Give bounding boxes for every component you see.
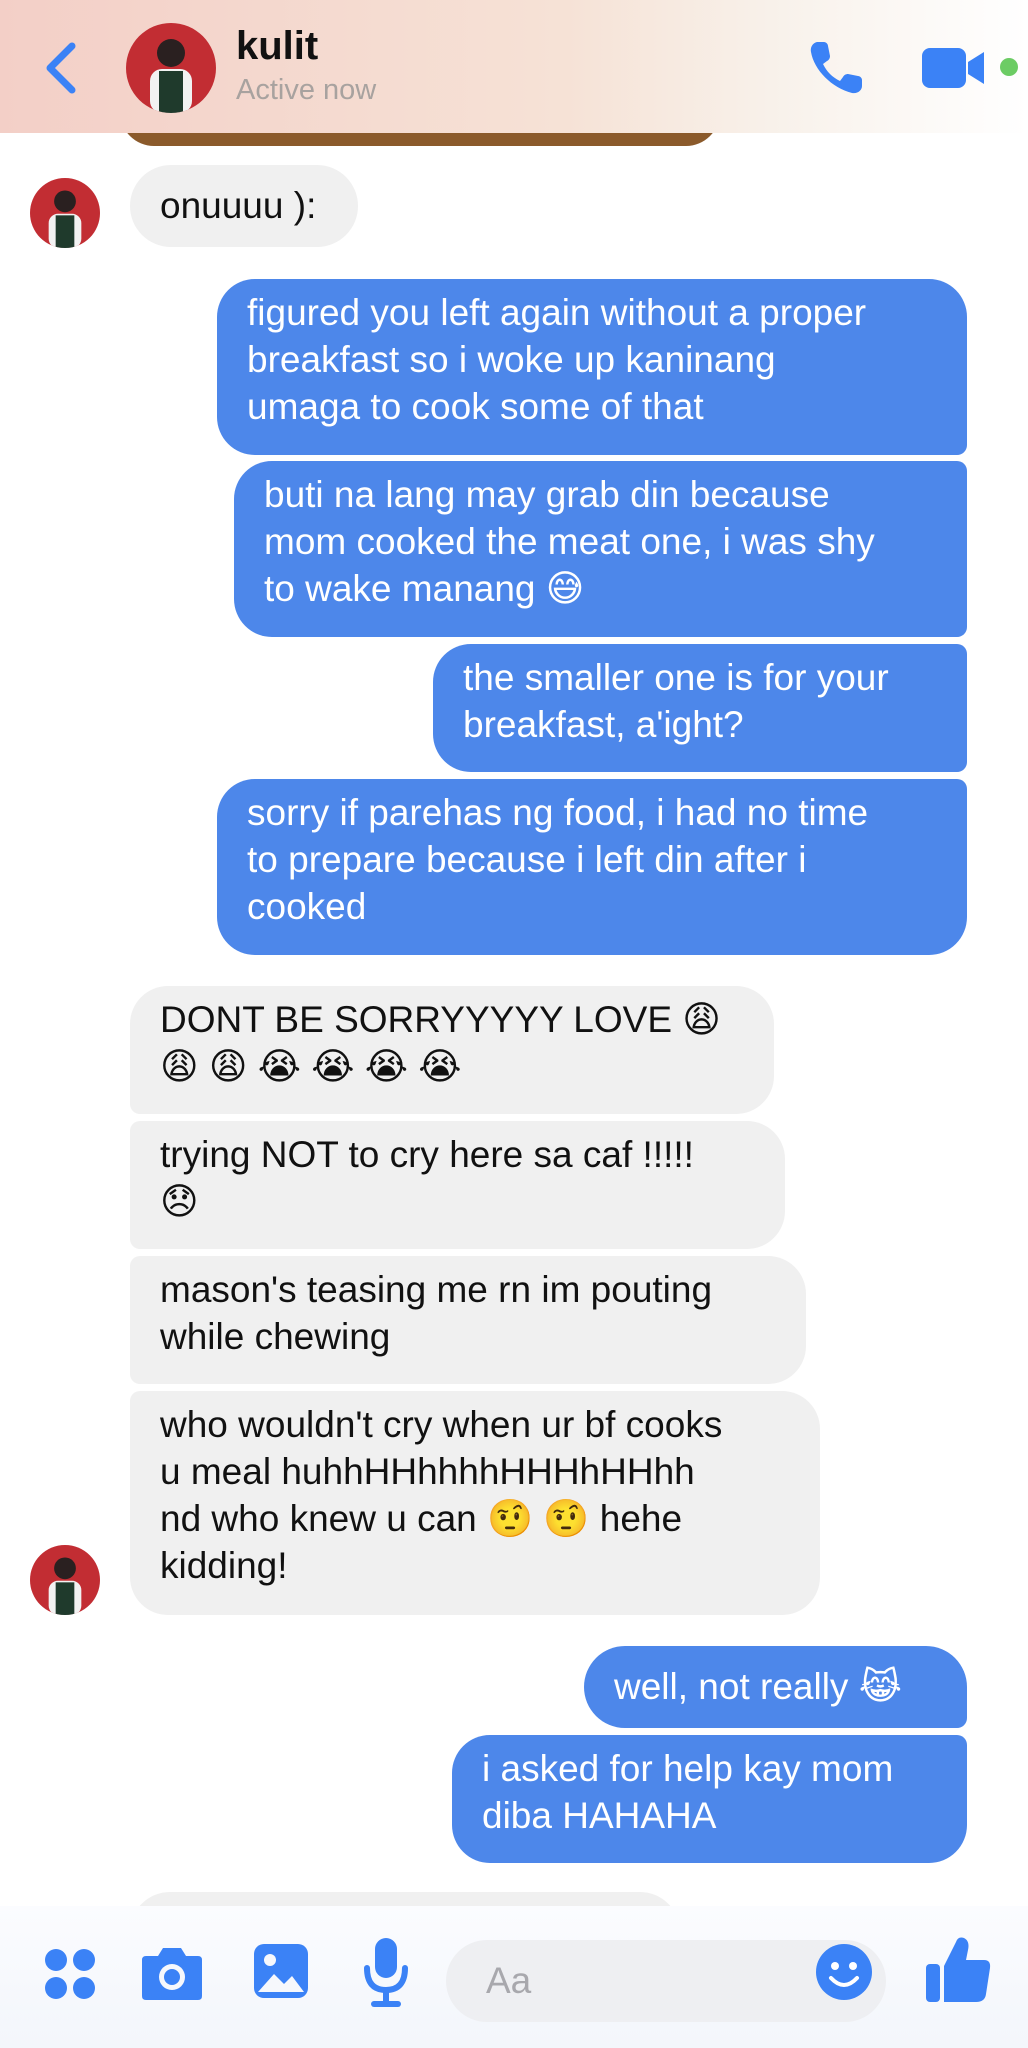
message-bubble-outgoing[interactable]: figured you left again without a proper …: [217, 279, 967, 455]
message-bubble-incoming[interactable]: mason's teasing me rn im pouting while c…: [130, 1256, 806, 1384]
message-bubble-outgoing[interactable]: buti na lang may grab din because mom co…: [234, 461, 967, 637]
contact-avatar[interactable]: [126, 23, 216, 113]
message-bubble-incoming[interactable]: onuuuu ):: [130, 165, 358, 247]
message-bubble-incoming[interactable]: trying NOT to cry here sa caf !!!!! 😞: [130, 1121, 785, 1249]
sender-avatar[interactable]: [30, 178, 100, 248]
thumbs-up-icon[interactable]: [924, 1934, 992, 2004]
chevron-left-icon[interactable]: [38, 36, 88, 100]
microphone-icon[interactable]: [362, 1936, 410, 2008]
active-status: Active now: [236, 74, 377, 106]
message-bubble-outgoing[interactable]: well, not really 😹: [584, 1646, 967, 1728]
message-bubble-incoming[interactable]: who wouldn't cry when ur bf cooks u meal…: [130, 1391, 820, 1615]
smiley-icon[interactable]: [814, 1942, 874, 2002]
message-bubble-outgoing[interactable]: sorry if parehas ng food, i had no time …: [217, 779, 967, 955]
message-bubble-outgoing[interactable]: the smaller one is for your breakfast, a…: [433, 644, 967, 772]
message-bubble-incoming[interactable]: DONT BE SORRYYYYY LOVE 😩 😩 😩 😭 😭 😭 😭: [130, 986, 774, 1114]
camera-icon[interactable]: [140, 1942, 204, 2002]
sender-avatar[interactable]: [30, 1545, 100, 1615]
person-icon: [48, 1557, 82, 1615]
online-indicator: [1000, 58, 1018, 76]
video-camera-icon[interactable]: [920, 46, 988, 90]
contact-name[interactable]: kulit: [236, 24, 318, 69]
phone-icon[interactable]: [804, 36, 868, 100]
four-dots-icon[interactable]: [42, 1946, 98, 2002]
message-bubble-outgoing[interactable]: i asked for help kay mom diba HAHAHA: [452, 1735, 967, 1863]
image-icon[interactable]: [252, 1942, 310, 2000]
person-icon: [48, 190, 82, 248]
conversation-header: kulit Active now: [0, 0, 1028, 133]
person-icon: [150, 39, 192, 113]
